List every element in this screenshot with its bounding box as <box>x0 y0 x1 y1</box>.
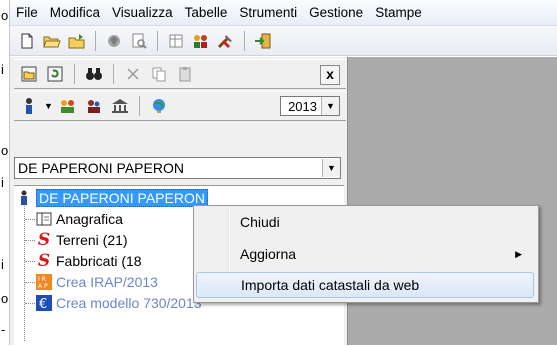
menu-modifica[interactable]: Modifica <box>44 5 106 20</box>
tree-item-irap[interactable]: I RA P Crea IRAP/2013 <box>36 272 158 292</box>
edge-char: i <box>1 62 4 77</box>
open-file-icon[interactable] <box>66 30 88 52</box>
refresh-icon[interactable] <box>44 63 66 85</box>
menu-visualizza[interactable]: Visualizza <box>106 5 179 20</box>
menu-item-label: Aggiorna <box>240 246 297 262</box>
menu-item-importa-dati-catastali[interactable]: Importa dati catastali da web <box>196 272 534 298</box>
menu-item-aggiorna[interactable]: Aggiorna ▶ <box>196 241 534 267</box>
svg-text:A P: A P <box>38 283 48 290</box>
edge-char: i <box>1 257 4 272</box>
copy-icon[interactable] <box>148 63 170 85</box>
context-menu: Chiudi Aggiorna ▶ Importa dati catastali… <box>193 205 539 303</box>
panel-toolbar-1: x <box>14 59 346 89</box>
edge-char: - <box>1 322 6 337</box>
svg-text:€: € <box>39 297 47 311</box>
tree-connector <box>25 303 35 304</box>
paste-icon[interactable] <box>174 63 196 85</box>
year-select[interactable]: 2013 ▼ <box>280 96 340 116</box>
menu-tabelle[interactable]: Tabelle <box>179 5 234 20</box>
edge-char: i <box>1 175 4 190</box>
toolbar-separator <box>113 64 114 84</box>
bank-icon[interactable] <box>109 95 131 117</box>
year-value: 2013 <box>288 98 317 114</box>
menu-file[interactable]: File <box>10 5 44 20</box>
building-icon: S <box>37 251 51 271</box>
open-folder-icon[interactable] <box>41 30 63 52</box>
tree-connector <box>24 206 25 341</box>
edge-char: o <box>1 291 9 306</box>
toolbar-separator <box>95 30 96 51</box>
toolbar-separator <box>244 30 245 51</box>
menu-bar: File Modifica Visualizza Tabelle Strumen… <box>10 0 557 26</box>
id-card-icon <box>36 211 52 227</box>
tree-connector <box>25 261 35 262</box>
toolbar-separator <box>157 30 158 51</box>
tree-item-label: Anagrafica <box>56 211 123 227</box>
tree-item-anagrafica[interactable]: Anagrafica <box>36 209 123 229</box>
circle-icon[interactable] <box>103 30 125 52</box>
person-icon <box>16 190 32 206</box>
columns-icon[interactable] <box>165 30 187 52</box>
people-icon[interactable] <box>190 30 212 52</box>
tools-icon[interactable] <box>215 30 237 52</box>
taxpayer-select[interactable]: DE PAPERONI PAPERON ▼ <box>14 157 341 179</box>
irap-icon: I RA P <box>36 274 52 290</box>
menu-gestione[interactable]: Gestione <box>303 5 369 20</box>
euro-icon: € <box>36 295 52 311</box>
menu-item-label: Importa dati catastali da web <box>241 277 420 293</box>
toolbar-separator <box>138 96 140 116</box>
toolbar-separator <box>74 64 75 84</box>
menu-strumenti[interactable]: Strumenti <box>233 5 303 20</box>
svg-text:I R: I R <box>38 276 46 283</box>
folder-up-icon[interactable] <box>18 63 40 85</box>
tree-item-fabbricati[interactable]: S Fabbricati (18 <box>36 251 142 271</box>
tree-connector <box>25 219 35 220</box>
menu-item-label: Chiudi <box>240 214 280 230</box>
chevron-down-icon[interactable]: ▼ <box>44 101 53 111</box>
globe-icon[interactable] <box>148 95 170 117</box>
tree-item-730[interactable]: € Crea modello 730/2013 <box>36 293 202 313</box>
family-icon[interactable] <box>83 95 105 117</box>
chevron-down-icon[interactable]: ▼ <box>322 159 340 177</box>
delete-icon[interactable] <box>122 63 144 85</box>
exit-icon[interactable] <box>252 30 274 52</box>
binoculars-icon[interactable] <box>83 63 105 85</box>
tree-root-label[interactable]: DE PAPERONI PAPERON <box>36 189 208 207</box>
print-preview-icon[interactable] <box>128 30 150 52</box>
main-toolbar <box>10 26 557 56</box>
tree-connector <box>25 282 35 283</box>
tree-item-label: Fabbricati (18 <box>56 253 142 269</box>
land-icon: S <box>37 230 51 250</box>
new-document-icon[interactable] <box>16 30 38 52</box>
left-window-edge: o i o i i o - <box>0 0 10 345</box>
edge-char: o <box>1 8 9 23</box>
menu-item-chiudi[interactable]: Chiudi <box>196 209 534 235</box>
panel-toolbar-2: ▼ 2013 ▼ <box>14 91 346 121</box>
tree-item-terreni[interactable]: S Terreni (21) <box>36 230 128 250</box>
tree-root-node[interactable]: DE PAPERONI PAPERON <box>16 188 208 208</box>
tree-item-label: Crea modello 730/2013 <box>56 295 202 311</box>
taxpayer-value: DE PAPERONI PAPERON <box>18 160 184 176</box>
tree-item-label: Crea IRAP/2013 <box>56 274 158 290</box>
menu-stampe[interactable]: Stampe <box>369 5 428 20</box>
person-icon[interactable] <box>18 95 40 117</box>
tree-item-label: Terreni (21) <box>56 232 128 248</box>
close-panel-button[interactable]: x <box>320 65 340 85</box>
edge-char: o <box>1 143 9 158</box>
group-icon[interactable] <box>57 95 79 117</box>
submenu-arrow-icon: ▶ <box>515 248 522 259</box>
tree-connector <box>25 240 35 241</box>
chevron-down-icon[interactable]: ▼ <box>321 97 339 115</box>
